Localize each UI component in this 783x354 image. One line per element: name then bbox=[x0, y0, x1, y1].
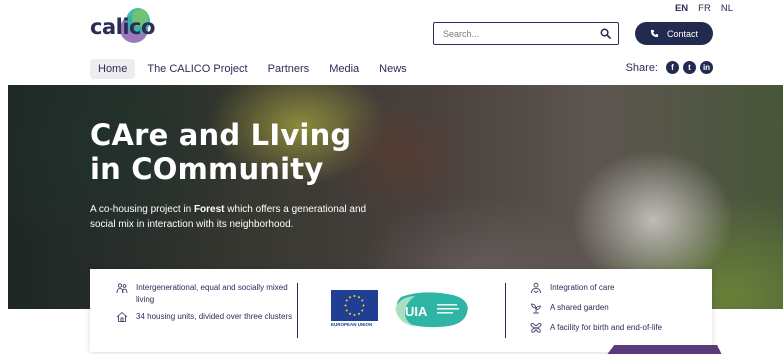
eu-logo: EUROPEAN UNION bbox=[331, 290, 378, 327]
contact-button[interactable]: Contact bbox=[635, 22, 713, 45]
lang-nl[interactable]: NL bbox=[721, 3, 733, 14]
nav-news[interactable]: News bbox=[371, 59, 415, 79]
lang-fr[interactable]: FR bbox=[698, 3, 711, 14]
feature-birth-end-of-life: A facility for birth and end-of-life bbox=[530, 322, 700, 334]
divider-left bbox=[297, 283, 298, 338]
feature-text: 34 housing units, divided over three clu… bbox=[136, 312, 293, 321]
hero-title-line-1: CAre and LIving bbox=[90, 118, 352, 152]
hero-desc-part-1: A co-housing project in bbox=[90, 204, 194, 215]
feature-text: A facility for birth and end-of-life bbox=[550, 323, 663, 332]
feature-housing-units: 34 housing units, divided over three clu… bbox=[116, 311, 296, 323]
feature-text: A shared garden bbox=[550, 303, 609, 312]
main-nav: Home The CALICO Project Partners Media N… bbox=[90, 59, 415, 79]
twitter-icon[interactable]: t bbox=[683, 61, 696, 74]
purple-accent-tab bbox=[605, 345, 723, 354]
share-label: Share: bbox=[625, 61, 658, 74]
share-bar: Share: f t in bbox=[626, 61, 713, 74]
search-box bbox=[433, 22, 619, 45]
search-icon[interactable] bbox=[600, 28, 611, 39]
contact-label: Contact bbox=[666, 28, 699, 39]
eu-label: EUROPEAN UNION bbox=[331, 322, 373, 327]
logo-text: calico bbox=[90, 15, 155, 39]
lang-en[interactable]: EN bbox=[675, 3, 688, 14]
feature-text: Integration of care bbox=[550, 283, 615, 292]
search-input[interactable] bbox=[434, 28, 594, 39]
language-switcher: EN FR NL bbox=[675, 3, 733, 14]
care-icon bbox=[531, 282, 541, 294]
hero-title: CAre and LIving in COmmunity bbox=[90, 118, 351, 186]
plant-icon bbox=[531, 303, 541, 314]
butterfly-icon bbox=[530, 323, 542, 333]
feature-garden: A shared garden bbox=[530, 302, 700, 314]
hero-title-line-2: in COmmunity bbox=[90, 152, 324, 186]
uia-label: UIA bbox=[405, 304, 428, 319]
house-icon bbox=[116, 311, 128, 322]
features-card: Intergenerational, equal and socially mi… bbox=[90, 269, 712, 352]
facebook-icon[interactable]: f bbox=[666, 61, 679, 74]
nav-partners[interactable]: Partners bbox=[260, 59, 318, 79]
hero-desc-bold: Forest bbox=[193, 204, 225, 215]
hero-description: A co-housing project in Forest which off… bbox=[90, 202, 390, 232]
feature-care: Integration of care bbox=[530, 282, 700, 294]
uia-logo: UIA bbox=[395, 292, 468, 328]
eu-flag-icon bbox=[331, 290, 378, 321]
nav-calico-project[interactable]: The CALICO Project bbox=[139, 59, 255, 79]
feature-intergenerational: Intergenerational, equal and socially mi… bbox=[116, 282, 296, 305]
feature-text: Intergenerational, equal and socially mi… bbox=[136, 283, 288, 304]
phone-icon bbox=[650, 29, 659, 38]
linkedin-icon[interactable]: in bbox=[700, 61, 713, 74]
nav-home[interactable]: Home bbox=[90, 59, 136, 79]
nav-media[interactable]: Media bbox=[321, 59, 367, 79]
people-icon bbox=[116, 283, 128, 294]
divider-right bbox=[505, 283, 506, 338]
calico-logo[interactable]: calico bbox=[90, 6, 156, 46]
